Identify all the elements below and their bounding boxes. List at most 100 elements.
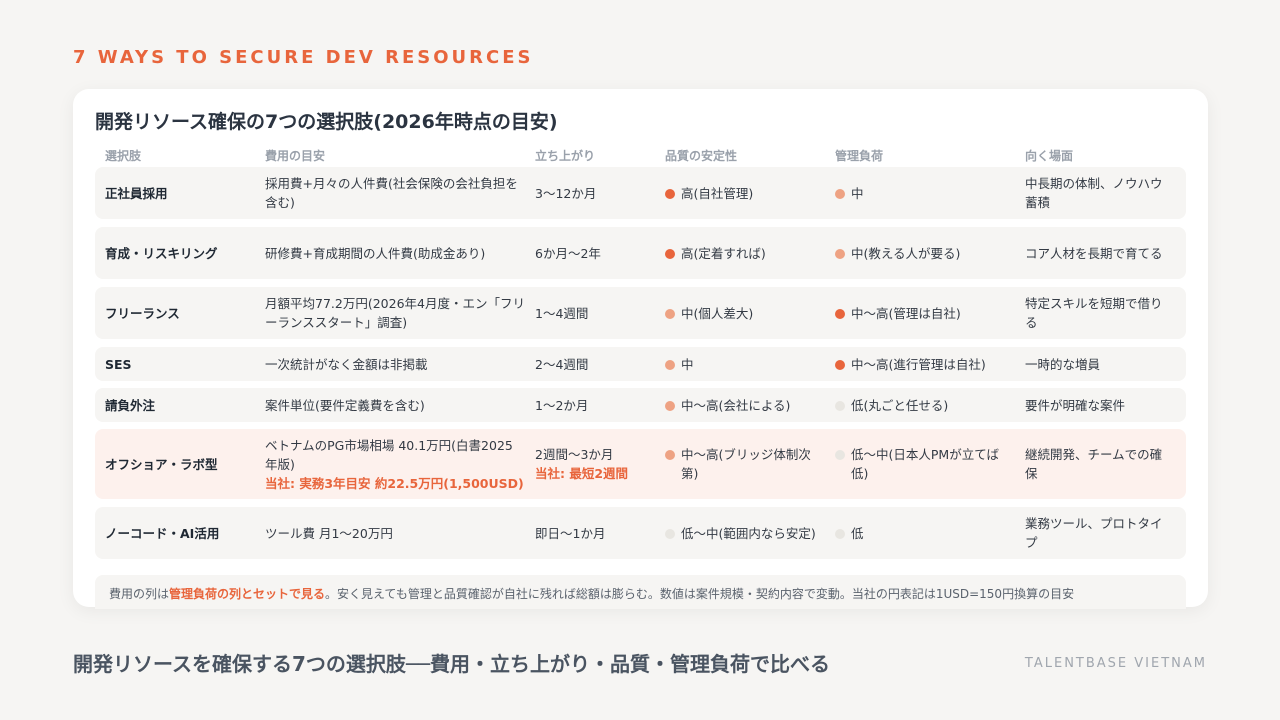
- row-load: 中(教える人が要る): [835, 244, 1025, 263]
- load-level-dot: [835, 248, 845, 259]
- row-cost: ツール費 月1〜20万円: [265, 524, 535, 543]
- header-fit: 向く場面: [1025, 148, 1074, 163]
- row-quality-text: 中〜高(ブリッジ体制次第): [681, 447, 811, 481]
- row-cost: 月額平均77.2万円(2026年4月度・エン「フリーランススタート」調査): [265, 294, 535, 332]
- row-quality: 中(個人差大): [665, 304, 835, 323]
- row-ramp-text: 2週間〜3か月: [535, 447, 614, 462]
- quality-level-dot: [665, 528, 675, 539]
- row-ramp: 1〜4週間: [535, 304, 665, 323]
- header-option: 選択肢: [105, 148, 142, 163]
- load-level-dot: [835, 400, 845, 411]
- row-quality: 中: [665, 355, 835, 374]
- row-fit: 業務ツール、プロトタイプ: [1025, 516, 1163, 550]
- comparison-card: 開発リソース確保の7つの選択肢(2026年時点の目安) 選択肢 費用の目安 立ち…: [73, 89, 1208, 609]
- quality-level-dot: [665, 188, 675, 199]
- row-load-text: 中(教える人が要る): [851, 245, 961, 261]
- header-quality: 品質の安定性: [665, 148, 738, 163]
- row-load: 中: [835, 184, 1025, 203]
- row-load-text: 低(丸ごと任せる): [851, 397, 949, 413]
- row-option-name: 正社員採用: [105, 185, 168, 201]
- row-ramp: 3〜12か月: [535, 184, 665, 203]
- quality-level-dot: [665, 450, 675, 460]
- row-ramp-extra: 当社: 最短2週間: [535, 466, 629, 481]
- row-ramp-text: 即日〜1か月: [535, 525, 606, 541]
- row-quality: 高(定着すれば): [665, 244, 835, 263]
- load-level-dot: [835, 308, 845, 319]
- row-fit: 中長期の体制、ノウハウ蓄積: [1025, 176, 1163, 210]
- row-fit: 一時的な増員: [1025, 356, 1101, 372]
- row-cost-text: 研修費+育成期間の人件費(助成金あり): [265, 245, 486, 261]
- brand-name: TALENTBASE VIETNAM: [1024, 656, 1207, 671]
- row-cost: 研修費+育成期間の人件費(助成金あり): [265, 244, 535, 263]
- table-row: フリーランス 月額平均77.2万円(2026年4月度・エン「フリーランススタート」…: [95, 287, 1186, 339]
- row-ramp: 即日〜1か月: [535, 524, 665, 543]
- row-quality-text: 高(定着すれば): [681, 245, 766, 261]
- header-cost: 費用の目安: [265, 148, 326, 163]
- row-quality: 中〜高(ブリッジ体制次第): [665, 445, 835, 483]
- row-fit: 要件が明確な案件: [1025, 397, 1126, 413]
- row-cost: 案件単位(要件定義費を含む): [265, 396, 535, 415]
- row-ramp-text: 6か月〜2年: [535, 245, 601, 261]
- row-ramp: 2週間〜3か月 当社: 最短2週間: [535, 445, 665, 483]
- row-load: 低〜中(日本人PMが立てば低): [835, 445, 1025, 483]
- row-quality-text: 低〜中(範囲内なら安定): [681, 525, 816, 541]
- eyebrow-heading: 7 WAYS TO SECURE DEV RESOURCES: [73, 47, 534, 68]
- row-option-name: フリーランス: [105, 305, 180, 321]
- row-load: 低: [835, 524, 1025, 543]
- row-fit: コア人材を長期で育てる: [1025, 245, 1163, 261]
- note-bold: 管理負荷の列とセットで見る: [169, 587, 326, 601]
- quality-level-dot: [665, 400, 675, 411]
- table-row: 正社員採用 採用費+月々の人件費(社会保険の会社負担を含む) 3〜12か月 高(自社管…: [95, 167, 1186, 219]
- row-quality-text: 中: [681, 356, 694, 372]
- row-load-text: 中〜高(進行管理は自社): [851, 356, 986, 372]
- row-cost: 一次統計がなく金額は非掲載: [265, 355, 535, 374]
- load-level-dot: [835, 188, 845, 199]
- table-header: 選択肢 費用の目安 立ち上がり 品質の安定性 管理負荷 向く場面: [95, 145, 1186, 165]
- row-cost-text: ベトナムのPG市場相場 40.1万円(白書2025年版): [265, 437, 513, 472]
- row-quality-text: 中(個人差大): [681, 305, 754, 321]
- table-row: SES 一次統計がなく金額は非掲載 2〜4週間 中 中〜高(進行管理は自社) 一時的な増員: [95, 347, 1186, 381]
- header-load: 管理負荷: [835, 148, 884, 163]
- row-cost-text: 採用費+月々の人件費(社会保険の会社負担を含む): [265, 176, 518, 210]
- row-ramp-text: 1〜4週間: [535, 305, 589, 321]
- row-quality: 低〜中(範囲内なら安定): [665, 524, 835, 543]
- row-load: 中〜高(進行管理は自社): [835, 355, 1025, 374]
- row-cost: ベトナムのPG市場相場 40.1万円(白書2025年版) 当社: 実務3年目安 約…: [265, 436, 535, 493]
- row-load-text: 中〜高(管理は自社): [851, 305, 961, 321]
- header-ramp: 立ち上がり: [535, 148, 596, 163]
- table-row: オフショア・ラボ型 ベトナムのPG市場相場 40.1万円(白書2025年版) 当社:…: [95, 429, 1186, 499]
- row-load: 中〜高(管理は自社): [835, 304, 1025, 323]
- note-pre: 費用の列は: [109, 587, 170, 601]
- row-ramp-text: 1〜2か月: [535, 397, 589, 413]
- row-quality: 高(自社管理): [665, 184, 835, 203]
- quality-level-dot: [665, 308, 675, 319]
- table-row: 育成・リスキリング 研修費+育成期間の人件費(助成金あり) 6か月〜2年 高(定着すれ…: [95, 227, 1186, 279]
- row-load-text: 低: [851, 525, 864, 541]
- row-fit: 継続開発、チームでの確保: [1025, 447, 1163, 481]
- row-cost-extra: 当社: 実務3年目安 約22.5万円(1,500USD): [265, 475, 524, 491]
- card-title: 開発リソース確保の7つの選択肢(2026年時点の目安): [95, 111, 558, 133]
- row-option-name: SES: [105, 356, 132, 372]
- load-level-dot: [835, 359, 845, 370]
- row-option-name: 請負外注: [105, 397, 156, 413]
- row-cost-text: 案件単位(要件定義費を含む): [265, 397, 425, 413]
- row-option-name: オフショア・ラボ型: [105, 456, 218, 472]
- row-quality: 中〜高(会社による): [665, 396, 835, 415]
- row-option-name: 育成・リスキリング: [105, 245, 218, 261]
- row-cost-text: ツール費 月1〜20万円: [265, 525, 393, 541]
- row-load: 低(丸ごと任せる): [835, 396, 1025, 415]
- row-cost: 採用費+月々の人件費(社会保険の会社負担を含む): [265, 174, 535, 212]
- row-ramp: 1〜2か月: [535, 396, 665, 415]
- row-ramp-text: 2〜4週間: [535, 356, 589, 372]
- footer-title: 開発リソースを確保する7つの選択肢──費用・立ち上がり・品質・管理負荷で比べる: [73, 652, 830, 676]
- row-quality-text: 中〜高(会社による): [681, 397, 791, 413]
- footnote: 費用の列は管理負荷の列とセットで見る。安く見えても管理と品質確認が自社に残れば総…: [95, 575, 1186, 609]
- load-level-dot: [835, 528, 845, 539]
- quality-level-dot: [665, 359, 675, 370]
- row-ramp-text: 3〜12か月: [535, 185, 597, 201]
- row-load-text: 低〜中(日本人PMが立てば低): [851, 447, 999, 481]
- load-level-dot: [835, 450, 845, 460]
- row-option-name: ノーコード・AI活用: [105, 525, 220, 541]
- row-cost-text: 月額平均77.2万円(2026年4月度・エン「フリーランススタート」調査): [265, 296, 525, 330]
- row-ramp: 6か月〜2年: [535, 244, 665, 263]
